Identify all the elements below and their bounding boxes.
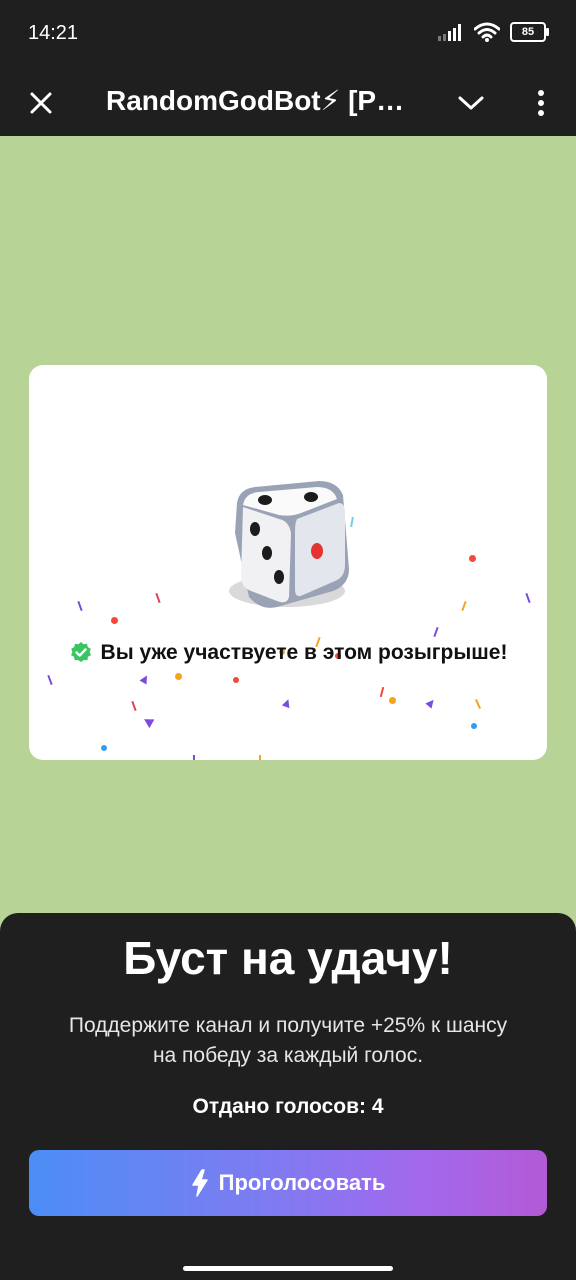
confetti <box>471 723 477 729</box>
confetti <box>379 686 385 698</box>
boost-sheet: Буст на удачу! Поддержите канал и получи… <box>0 913 576 1280</box>
confetti <box>433 626 439 638</box>
participation-message: Вы уже участвуете в этом розыгрыше! <box>100 641 508 664</box>
confetti <box>155 592 161 604</box>
confetti <box>47 674 53 686</box>
header-bar: RandomGodBot⚡ [P… <box>0 70 576 136</box>
confetti <box>101 745 107 751</box>
boost-title: Буст на удачу! <box>123 932 453 984</box>
dice-icon <box>229 481 349 608</box>
votes-count: Отдано голосов: 4 <box>192 1095 384 1118</box>
confetti <box>525 592 531 604</box>
page-title: RandomGodBot⚡ [P… <box>106 85 405 116</box>
confetti <box>139 673 151 685</box>
confetti <box>141 714 155 729</box>
battery-level: 85 <box>521 26 535 38</box>
check-badge-icon <box>70 642 91 662</box>
close-icon <box>30 92 52 114</box>
participation-status: Вы уже участвуете в этом розыгрыше! <box>29 641 547 665</box>
lightning-icon <box>191 1169 208 1197</box>
confetti <box>131 700 137 712</box>
confetti <box>175 673 182 680</box>
more-vertical-icon <box>538 90 544 116</box>
status-bar: 14:21 85 <box>0 0 576 70</box>
close-button[interactable] <box>18 80 64 126</box>
confetti <box>425 697 437 709</box>
confetti <box>259 755 261 760</box>
vote-button[interactable]: Проголосовать <box>29 1150 547 1216</box>
more-menu-button[interactable] <box>518 80 564 126</box>
wifi-icon <box>474 22 500 42</box>
home-indicator[interactable] <box>183 1266 393 1271</box>
confetti <box>233 677 239 683</box>
confetti <box>389 697 396 704</box>
confetti <box>193 755 195 760</box>
confetti <box>474 699 482 709</box>
confetti <box>469 555 476 562</box>
status-time: 14:21 <box>28 22 79 44</box>
confetti <box>281 697 293 709</box>
boost-description: Поддержите канал и получите +25% к шансу… <box>68 1014 508 1067</box>
battery-icon: 85 <box>510 22 549 42</box>
status-icons: 85 <box>438 22 549 42</box>
collapse-button[interactable] <box>448 80 494 126</box>
signal-icon <box>438 24 461 41</box>
confetti <box>461 600 467 612</box>
chevron-down-icon <box>458 96 484 110</box>
confetti <box>77 600 83 612</box>
vote-button-label: Проголосовать <box>218 1170 386 1195</box>
participation-card: Вы уже участвуете в этом розыгрыше! <box>29 365 547 760</box>
confetti <box>111 617 118 624</box>
